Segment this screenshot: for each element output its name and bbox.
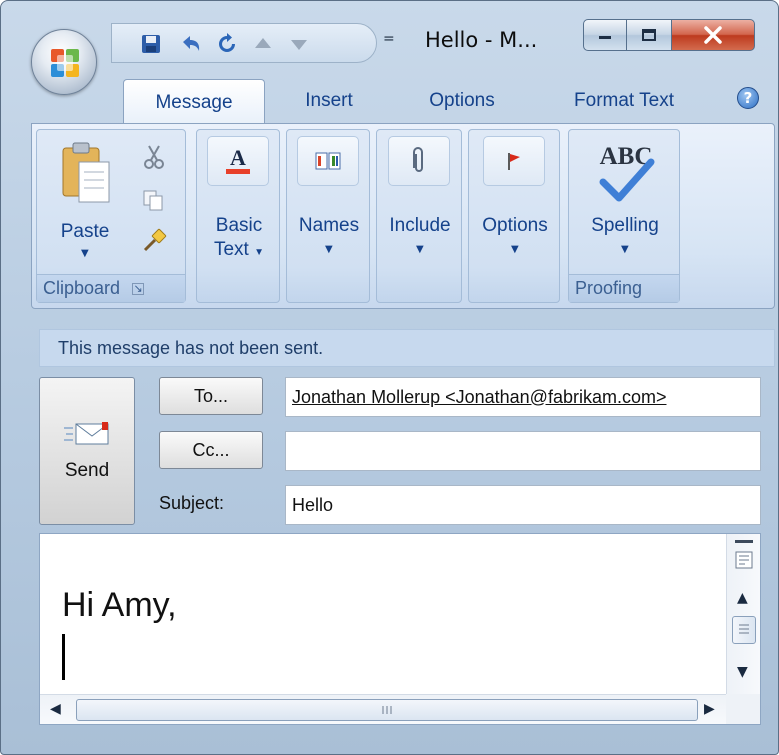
paste-dropdown-icon: ▼ [81,248,89,259]
info-bar: This message has not been sent. [39,329,775,367]
save-icon[interactable] [138,31,164,57]
include-dropdown-icon: ▼ [416,244,424,255]
minimize-icon [599,36,611,39]
cut-icon[interactable] [143,144,165,170]
send-button[interactable]: Send [39,377,135,525]
body-text[interactable]: Hi Amy, [62,586,177,625]
clipboard-group-label: Clipboard ↘ [37,274,185,302]
minimize-button[interactable] [583,19,627,51]
spelling-label: Spelling [591,215,659,236]
text-caret [62,634,65,680]
arrow-down-icon[interactable] [286,31,312,57]
help-icon[interactable]: ? [737,87,759,109]
to-field[interactable]: Jonathan Mollerup <Jonathan@fabrikam.com… [285,377,761,417]
close-button[interactable] [671,19,755,51]
send-envelope-icon [64,422,109,445]
subject-label: Subject: [159,493,225,513]
names-tile [297,136,359,186]
office-logo-icon [51,49,79,77]
to-recipient[interactable]: Jonathan Mollerup <Jonathan@fabrikam.com… [292,387,666,408]
ruler-toggle-icon[interactable] [733,538,755,578]
customize-qat-dropdown-icon[interactable]: = [383,31,395,47]
horizontal-scroll-thumb[interactable] [76,699,698,721]
names-button[interactable]: Names ▼ [286,129,370,303]
grip-icon [382,706,392,714]
scroll-up-icon[interactable]: ▲ [737,590,748,606]
outlook-message-window: = Hello - M... Message Insert Options Fo… [0,0,779,755]
include-button[interactable]: Include ▼ [376,129,462,303]
options-button[interactable]: Options ▼ [468,129,560,303]
to-button[interactable]: To... [159,377,263,415]
office-button[interactable] [31,29,97,95]
basic-text-label-line2: Text ▼ [213,239,265,260]
spelling-button[interactable]: ABC Spelling ▼ [573,134,677,270]
redo-icon[interactable] [214,31,240,57]
paperclip-icon [413,147,423,172]
cc-field[interactable] [285,431,761,471]
scroll-down-icon[interactable]: ▼ [737,664,748,680]
tab-options[interactable]: Options [401,79,523,123]
basic-text-tile: A [207,136,269,186]
undo-icon[interactable] [178,31,204,57]
follow-up-flag-icon [508,153,520,170]
window-title: Hello - M... [425,28,538,52]
include-label: Include [389,215,451,236]
proofing-group: ABC Spelling ▼ Proofing [568,129,680,303]
scrollbar-corner [726,694,760,724]
spelling-check-icon: ABC [599,143,655,202]
paste-icon [62,142,110,203]
names-dropdown-icon: ▼ [325,244,333,255]
close-icon [704,26,722,44]
maximize-button[interactable] [627,19,671,51]
vertical-scrollbar[interactable]: ▲ ▼ [726,534,760,694]
proofing-group-label: Proofing [569,274,679,302]
scroll-right-icon[interactable]: ▶ [704,701,715,717]
names-label: Names [298,215,360,236]
basic-text-button[interactable]: A Basic Text ▼ [196,129,280,303]
quick-access-toolbar [111,23,377,63]
format-painter-icon[interactable] [141,228,167,254]
cc-button[interactable]: Cc... [159,431,263,469]
clipboard-label-text: Clipboard [43,278,121,298]
arrow-up-icon[interactable] [250,31,276,57]
ribbon: Paste ▼ Clipboard ↘ A Basic Text ▼ Names… [31,123,775,309]
message-body[interactable]: Hi Amy, ▲ ▼ ◀ ▶ [39,533,761,725]
tab-format-text[interactable]: Format Text [545,79,703,123]
font-color-icon: A [226,145,250,174]
tab-message[interactable]: Message [123,79,265,125]
options-label: Options [482,215,548,236]
spelling-dropdown-icon: ▼ [621,244,629,255]
paste-button[interactable]: Paste ▼ [41,136,129,268]
paste-label: Paste [60,221,110,242]
options-tile [483,136,545,186]
dialog-launcher-icon[interactable]: ↘ [132,282,145,295]
scroll-left-icon[interactable]: ◀ [50,701,61,717]
horizontal-scrollbar[interactable]: ◀ ▶ [40,694,728,724]
clipboard-group: Paste ▼ Clipboard ↘ [36,129,186,303]
options-dropdown-icon: ▼ [511,244,519,255]
vertical-scroll-thumb[interactable] [732,616,756,644]
maximize-icon [642,29,656,41]
subject-field[interactable]: Hello [285,485,761,525]
copy-icon[interactable] [141,188,165,212]
svg-text:A: A [230,145,246,170]
grip-icon [739,624,749,634]
include-tile [388,136,450,186]
basic-text-label-line1: Basic [215,215,263,236]
send-label: Send [64,460,110,481]
address-book-icon [315,152,341,170]
tab-insert[interactable]: Insert [279,79,379,123]
